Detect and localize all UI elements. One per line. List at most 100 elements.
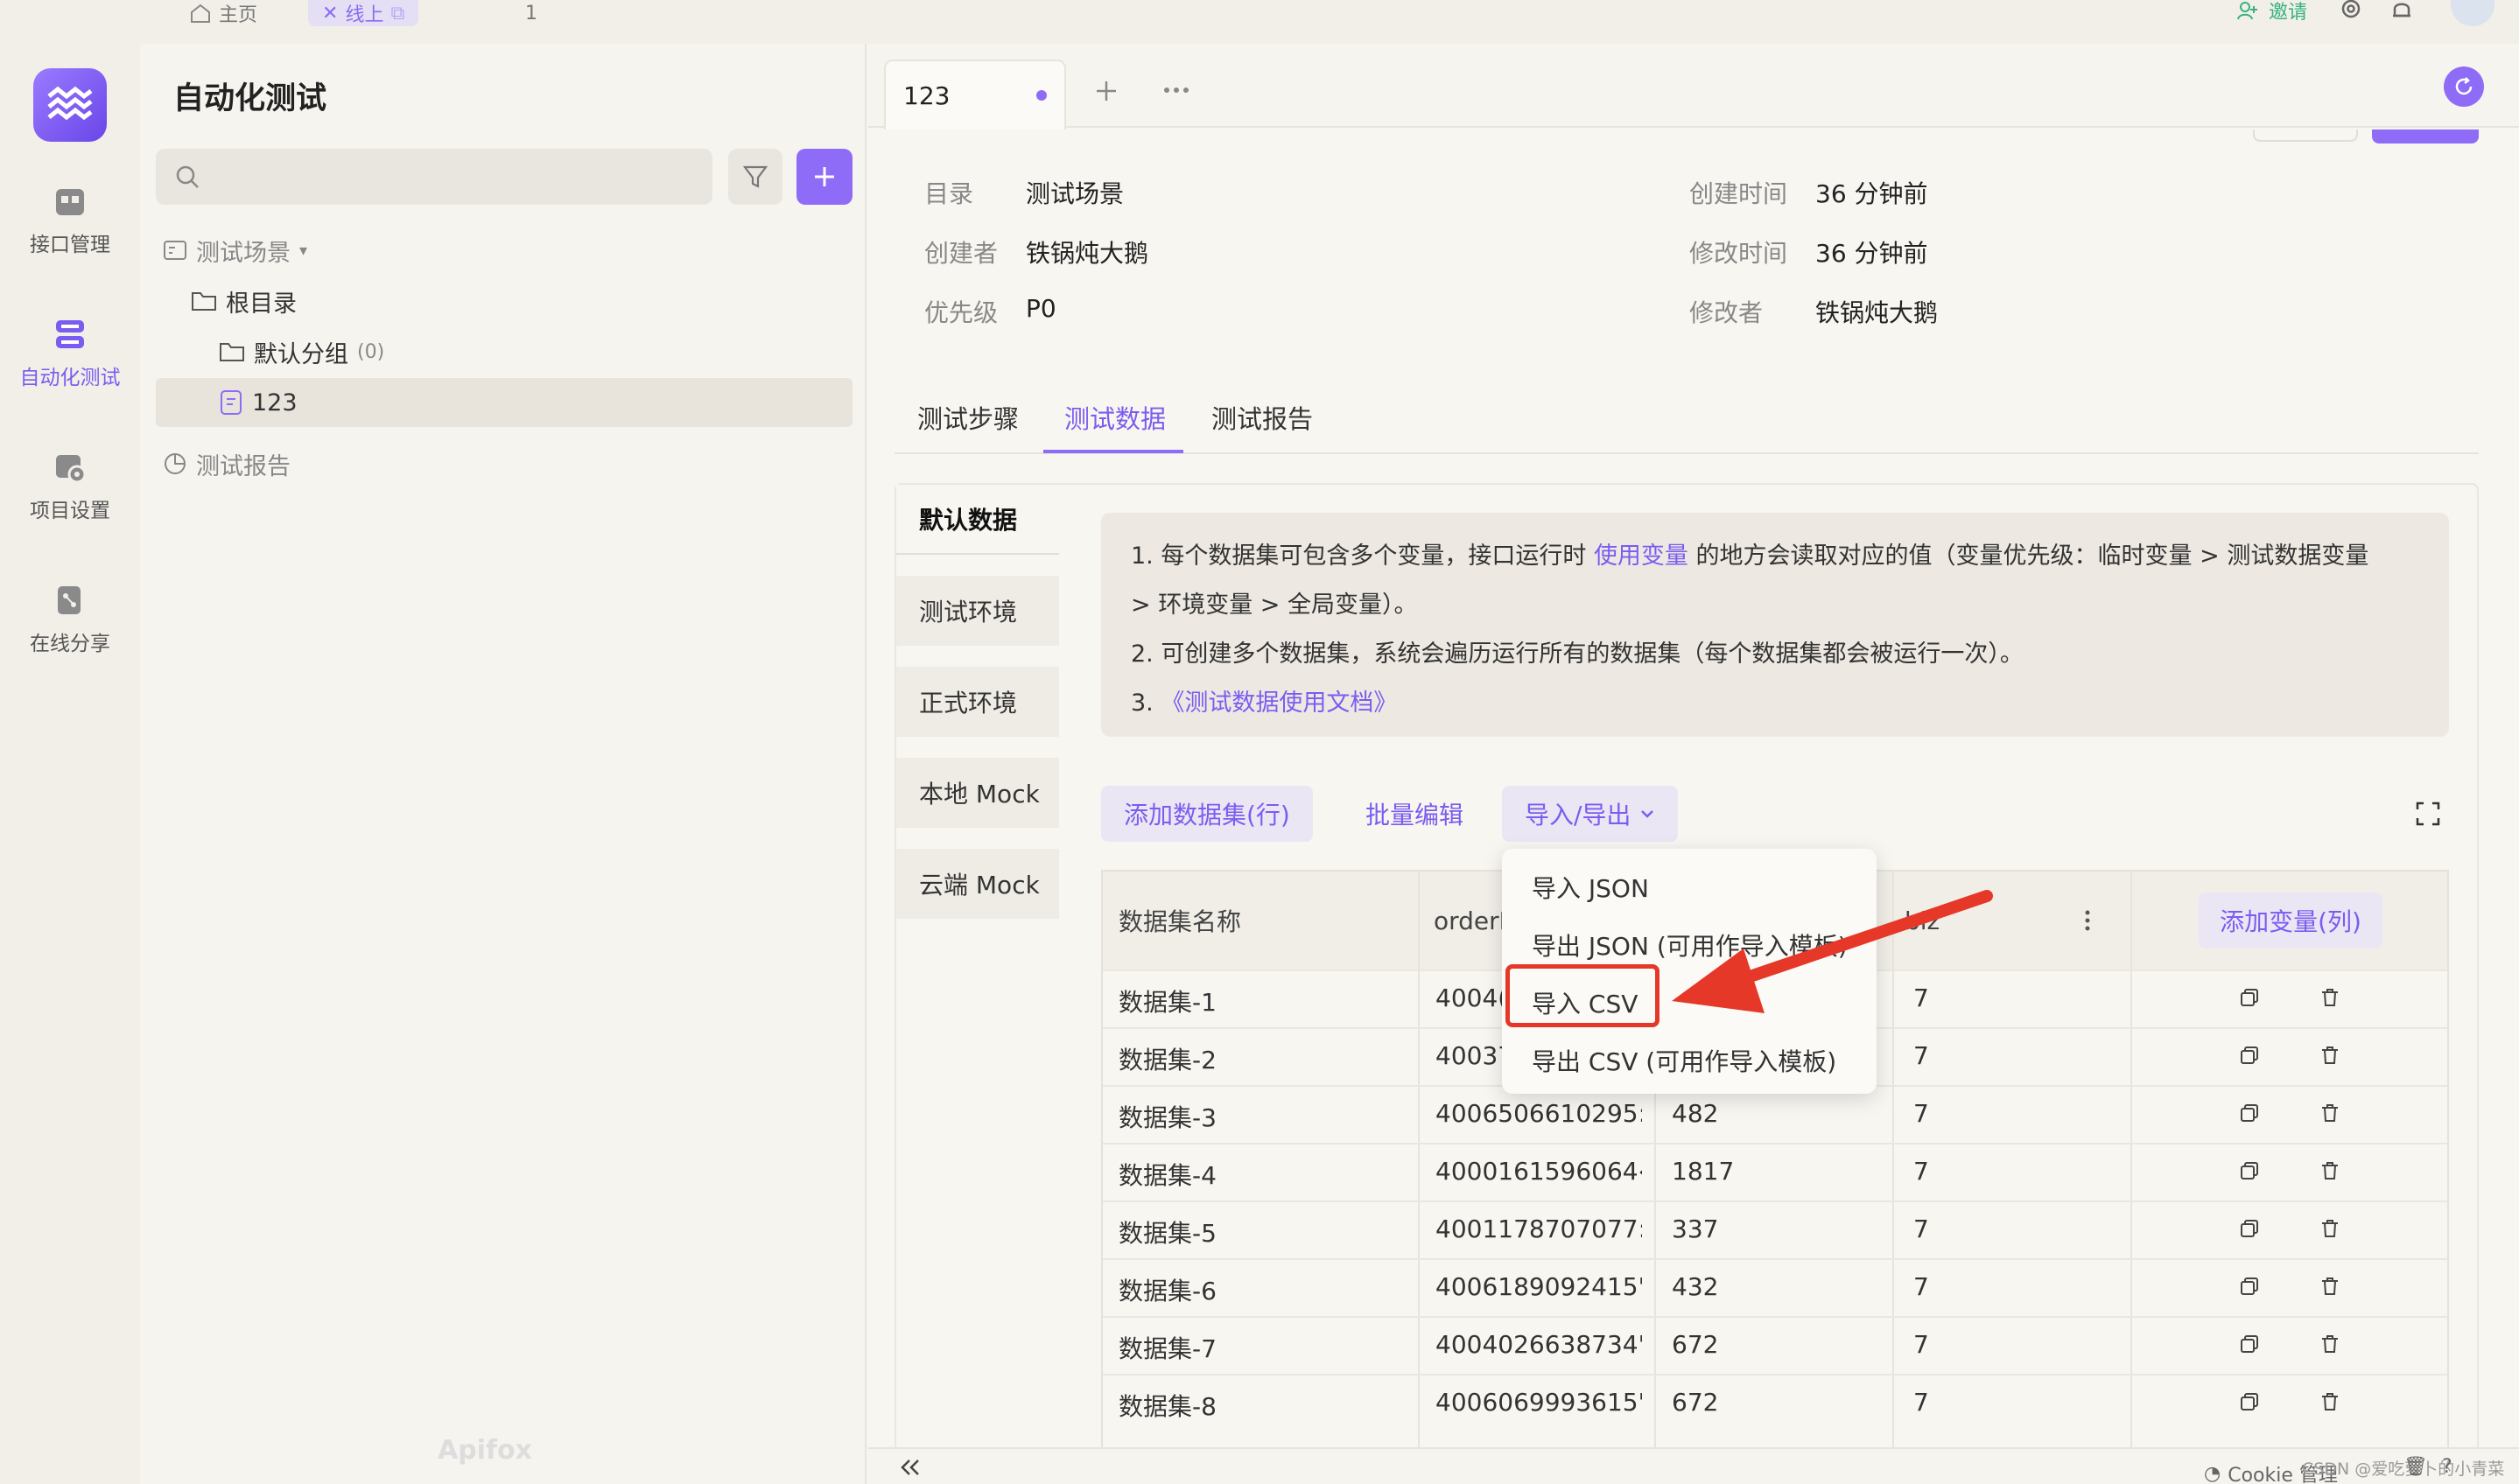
copy-icon[interactable] xyxy=(2239,987,2260,1008)
cell-dataset-name[interactable]: 数据集-4 xyxy=(1119,1157,1407,1192)
copy-icon[interactable] xyxy=(2239,1391,2260,1412)
header-button-partial[interactable] xyxy=(2253,130,2358,142)
cell-biz[interactable]: 7 xyxy=(1913,1272,2120,1301)
cell-value[interactable]: 672 xyxy=(1672,1330,1878,1359)
collapse-sidebar-icon[interactable] xyxy=(900,1458,921,1477)
cell-order-id[interactable]: 4006506610295: xyxy=(1435,1099,1642,1128)
env-production[interactable]: 正式环境 xyxy=(896,667,1059,737)
cell-dataset-name[interactable]: 数据集-2 xyxy=(1119,1041,1407,1076)
tab-home[interactable]: 主页 xyxy=(189,0,257,26)
copy-icon[interactable] xyxy=(2239,1334,2260,1354)
meta-priority-value[interactable]: P0 xyxy=(1026,294,1056,323)
tab-1[interactable]: 1 xyxy=(525,0,537,26)
delete-icon[interactable] xyxy=(2319,1160,2340,1181)
cell-biz[interactable]: 7 xyxy=(1913,1388,2120,1417)
invite-button[interactable]: 邀请 xyxy=(2237,0,2307,24)
rail-item-api[interactable]: 接口管理 xyxy=(0,184,140,257)
close-icon[interactable]: ✕ xyxy=(322,3,338,24)
rail-item-project-settings[interactable]: 项目设置 xyxy=(0,450,140,523)
cell-order-id[interactable]: 4006189092415' xyxy=(1435,1272,1642,1301)
env-local-mock[interactable]: 本地 Mock xyxy=(896,758,1059,828)
env-default-data[interactable]: 默认数据 xyxy=(896,485,1059,555)
doc-link[interactable]: 《测试数据使用文档》 xyxy=(1161,690,1397,717)
copy-icon[interactable] xyxy=(2239,1045,2260,1066)
tab-1-label: 1 xyxy=(525,2,537,24)
rail-item-share[interactable]: 在线分享 xyxy=(0,583,140,656)
rail-item-automation[interactable]: 自动化测试 xyxy=(0,317,140,390)
filter-button[interactable] xyxy=(728,149,782,205)
add-button[interactable] xyxy=(796,149,853,205)
save-button-partial[interactable] xyxy=(2372,130,2479,144)
cell-dataset-name[interactable]: 数据集-5 xyxy=(1119,1214,1407,1250)
batch-edit-button[interactable]: 批量编辑 xyxy=(1343,786,1486,842)
delete-icon[interactable] xyxy=(2319,987,2340,1008)
cell-dataset-name[interactable]: 数据集-7 xyxy=(1119,1330,1407,1365)
cell-value[interactable]: 432 xyxy=(1672,1272,1878,1301)
cell-order-id[interactable]: 4006069993615' xyxy=(1435,1388,1642,1417)
new-tab-button[interactable] xyxy=(1094,79,1119,103)
delete-icon[interactable] xyxy=(2319,1102,2340,1124)
delete-icon[interactable] xyxy=(2319,1218,2340,1239)
cell-order-id[interactable]: 4000161596064‹ xyxy=(1435,1157,1642,1186)
copy-icon[interactable] xyxy=(2239,1218,2260,1239)
sync-icon xyxy=(2453,76,2474,97)
cell-biz[interactable]: 7 xyxy=(1913,1041,2120,1070)
more-tabs-icon[interactable] xyxy=(1162,86,1190,94)
import-export-button[interactable]: 导入/导出 xyxy=(1502,786,1679,842)
cell-order-id[interactable]: 4004026638734' xyxy=(1435,1330,1642,1359)
add-dataset-button[interactable]: 添加数据集(行) xyxy=(1101,786,1313,842)
tree-item-root[interactable]: 根目录 xyxy=(191,276,297,326)
help-icon[interactable]: ? xyxy=(2442,1456,2452,1478)
env-cloud-mock[interactable]: 云端 Mock xyxy=(896,849,1059,919)
tree-item-default-group[interactable]: 默认分组 (0) xyxy=(219,327,384,376)
cell-dataset-name[interactable]: 数据集-3 xyxy=(1119,1099,1407,1134)
cell-order-id[interactable]: 4001178707077: xyxy=(1435,1214,1642,1243)
cell-dataset-name[interactable]: 数据集-8 xyxy=(1119,1388,1407,1423)
search-input[interactable] xyxy=(156,149,712,205)
fullscreen-icon[interactable] xyxy=(2416,802,2440,826)
copy-icon[interactable] xyxy=(2239,1102,2260,1124)
delete-icon[interactable] xyxy=(2319,1045,2340,1066)
tree-item-123[interactable]: 123 xyxy=(219,378,298,427)
home-icon xyxy=(189,4,212,23)
tab-test-report[interactable]: 测试报告 xyxy=(1211,399,1313,436)
copy-icon[interactable] xyxy=(2239,1276,2260,1297)
cell-value[interactable]: 672 xyxy=(1672,1388,1878,1417)
cell-value[interactable]: 1817 xyxy=(1672,1157,1878,1186)
tab-test-data[interactable]: 测试数据 xyxy=(1064,399,1166,436)
cell-value[interactable]: 337 xyxy=(1672,1214,1878,1243)
env-test[interactable]: 测试环境 xyxy=(896,576,1059,646)
tree-item-123-label: 123 xyxy=(252,388,298,416)
cell-dataset-name[interactable]: 数据集-6 xyxy=(1119,1272,1407,1307)
tree-item-reports[interactable]: 测试报告 xyxy=(163,439,291,488)
tab-test-steps[interactable]: 测试步骤 xyxy=(917,399,1019,436)
cell-biz[interactable]: 7 xyxy=(1913,1099,2120,1128)
menu-import-json[interactable]: 导入 JSON xyxy=(1532,870,1649,905)
sync-button[interactable] xyxy=(2444,66,2484,107)
caret-down-icon[interactable]: ▾ xyxy=(299,242,307,260)
highlight-box xyxy=(1505,964,1659,1027)
use-variable-link[interactable]: 使用变量 xyxy=(1594,542,1688,570)
info-line-1c: > 环境变量 > 全局变量）。 xyxy=(1131,592,1418,619)
tree-item-scenarios[interactable]: 测试场景 ▾ xyxy=(163,226,307,275)
copy-icon[interactable] xyxy=(2239,1160,2260,1181)
trash-footer-icon[interactable]: 🗑 xyxy=(2403,1456,2428,1478)
add-column-button[interactable]: 添加变量(列) xyxy=(2199,892,2382,948)
cell-value[interactable]: 482 xyxy=(1672,1099,1878,1128)
delete-icon[interactable] xyxy=(2319,1334,2340,1354)
cell-biz[interactable]: 7 xyxy=(1913,1214,2120,1243)
meta-modifier-key: 修改者 xyxy=(1689,298,1764,327)
tree-item-reports-label: 测试报告 xyxy=(196,452,291,480)
doc-tab-123[interactable]: 123 xyxy=(884,60,1066,130)
cell-biz[interactable]: 7 xyxy=(1913,1157,2120,1186)
tab-online[interactable]: ✕ 线上 ⧉ xyxy=(308,0,419,26)
app-logo[interactable] xyxy=(33,68,107,142)
column-menu-icon[interactable] xyxy=(2083,908,2092,933)
gear-icon[interactable] xyxy=(2339,0,2363,21)
cell-biz[interactable]: 7 xyxy=(1913,1330,2120,1359)
bell-icon[interactable] xyxy=(2389,0,2414,21)
cell-dataset-name[interactable]: 数据集-1 xyxy=(1119,984,1407,1018)
menu-export-csv[interactable]: 导出 CSV (可用作导入模板) xyxy=(1532,1043,1836,1078)
delete-icon[interactable] xyxy=(2319,1391,2340,1412)
delete-icon[interactable] xyxy=(2319,1276,2340,1297)
